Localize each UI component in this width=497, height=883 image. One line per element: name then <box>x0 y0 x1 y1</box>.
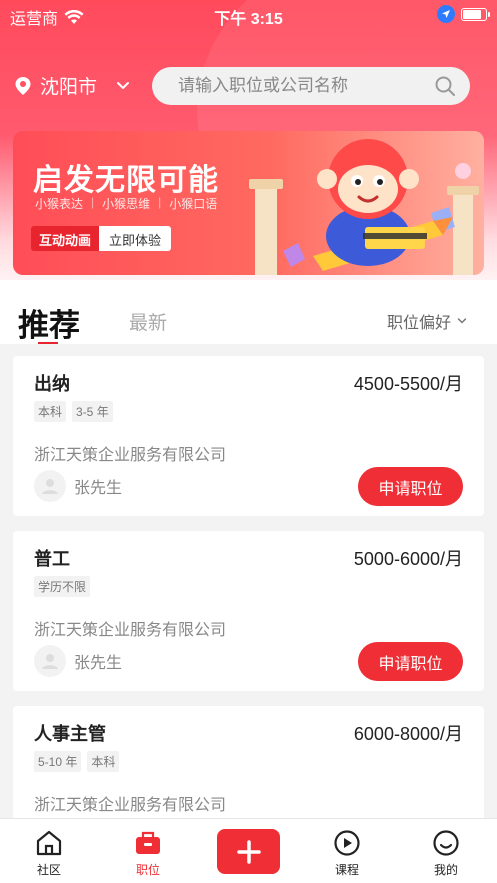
location-arrow-icon <box>437 5 455 23</box>
job-tags: 本科 3-5 年 <box>34 401 113 422</box>
bottom-tab-bar: 社区 职位 课程 我的 <box>0 818 497 883</box>
job-tags: 学历不限 <box>34 576 91 597</box>
job-tags: 5-10 年 本科 <box>34 751 120 772</box>
tab-label: 课程 <box>334 863 359 877</box>
job-salary: 5000-6000/月 <box>353 549 463 569</box>
tab-community[interactable]: 社区 <box>14 829 84 878</box>
tab-label: 我的 <box>433 863 458 877</box>
contact-name: 张先生 <box>74 480 123 497</box>
job-tag: 本科 <box>87 751 120 772</box>
job-contact: 张先生 <box>34 645 122 677</box>
city-selector[interactable]: 沈阳市 <box>14 72 131 99</box>
smile-icon <box>433 830 459 856</box>
status-time: 下午 3:15 <box>214 11 283 28</box>
tab-jobs[interactable]: 职位 <box>113 829 183 878</box>
apply-job-button[interactable]: 申请职位 <box>358 642 463 681</box>
job-contact: 张先生 <box>34 470 122 502</box>
chevron-down-icon <box>457 318 467 324</box>
home-icon <box>36 830 62 856</box>
map-pin-icon <box>15 76 31 95</box>
promo-banner[interactable]: 启发无限可能 小猴表达 | 小猴思维 | 小猴口语 互动动画 立即体验 <box>13 131 484 275</box>
monkey-mascot-illustration <box>249 139 479 275</box>
tab-label: 职位 <box>135 863 160 877</box>
avatar <box>34 470 66 502</box>
search-icon[interactable] <box>434 75 456 97</box>
job-title: 人事主管 <box>34 724 106 744</box>
job-salary: 4500-5500/月 <box>353 374 463 394</box>
job-tag: 3-5 年 <box>72 401 113 422</box>
apply-job-button[interactable]: 申请职位 <box>358 467 463 506</box>
briefcase-icon <box>136 831 160 854</box>
job-tag: 学历不限 <box>34 576 91 597</box>
company-name: 浙江天策企业服务有限公司 <box>34 447 227 464</box>
job-preference-label: 职位偏好 <box>386 315 451 332</box>
job-preference-filter[interactable]: 职位偏好 <box>387 309 467 333</box>
tab-latest[interactable]: 最新 <box>129 308 167 335</box>
job-tabs: 推荐 最新 职位偏好 <box>0 280 497 344</box>
job-salary: 6000-8000/月 <box>353 724 463 744</box>
avatar <box>34 645 66 677</box>
user-icon <box>42 654 58 669</box>
status-bar: 运营商 下午 3:15 <box>0 0 497 30</box>
job-tag: 5-10 年 <box>34 751 82 772</box>
tab-label: 社区 <box>36 863 61 877</box>
company-name: 浙江天策企业服务有限公司 <box>34 797 227 814</box>
city-label: 沈阳市 <box>40 77 98 98</box>
post-button[interactable] <box>217 829 280 874</box>
user-icon <box>42 479 58 494</box>
play-icon <box>334 830 360 856</box>
search-input[interactable] <box>178 76 434 96</box>
tab-courses[interactable]: 课程 <box>312 829 382 878</box>
search-box[interactable] <box>152 67 470 105</box>
job-tag: 本科 <box>34 401 67 422</box>
chevron-down-icon <box>117 81 130 89</box>
job-card[interactable]: 人事主管 6000-8000/月 5-10 年 本科 浙江天策企业服务有限公司 <box>13 706 484 818</box>
job-title: 出纳 <box>34 374 70 394</box>
battery-icon <box>461 7 490 21</box>
tab-recommended[interactable]: 推荐 <box>18 300 80 345</box>
status-right <box>437 5 490 23</box>
active-tab-indicator <box>38 342 58 344</box>
company-name: 浙江天策企业服务有限公司 <box>34 622 227 639</box>
job-card[interactable]: 普工 5000-6000/月 学历不限 浙江天策企业服务有限公司 张先生 申请职… <box>13 531 484 691</box>
plus-icon <box>236 839 261 864</box>
job-title: 普工 <box>34 549 70 569</box>
job-card[interactable]: 出纳 4500-5500/月 本科 3-5 年 浙江天策企业服务有限公司 张先生… <box>13 356 484 516</box>
tab-me[interactable]: 我的 <box>411 829 481 878</box>
contact-name: 张先生 <box>74 655 123 672</box>
